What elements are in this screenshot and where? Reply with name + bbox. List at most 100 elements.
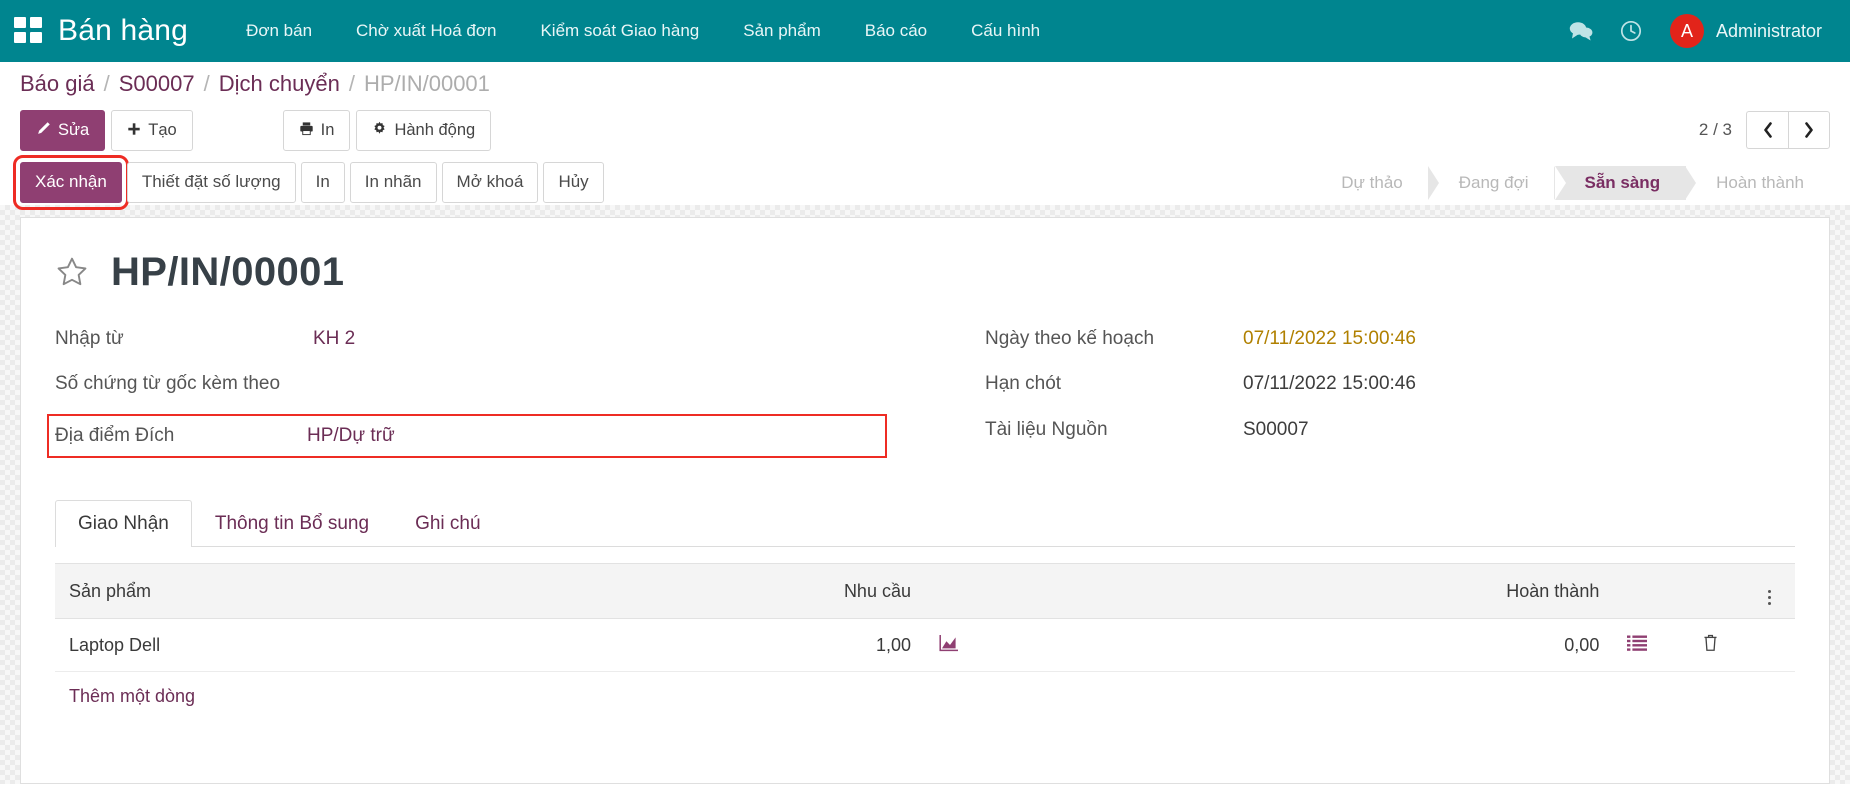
- action-button[interactable]: Hành động: [356, 110, 492, 151]
- column-header-spacer: [986, 563, 1161, 619]
- navbar-right-section: A Administrator: [1556, 8, 1828, 54]
- menu-item-san-pham[interactable]: Sản phẩm: [721, 11, 843, 51]
- detailed-operations-icon[interactable]: [1613, 618, 1676, 672]
- stage-dang-doi[interactable]: Đang đợi: [1429, 166, 1555, 200]
- record-pager: 2 / 3: [1698, 111, 1830, 150]
- breadcrumb-separator: /: [203, 71, 210, 96]
- tab-ghi-chu[interactable]: Ghi chú: [392, 500, 503, 547]
- print-button[interactable]: In: [282, 110, 351, 151]
- breadcrumb-item-bao-gia[interactable]: Báo giá: [20, 71, 95, 97]
- column-header-forecast-spacer: [924, 563, 987, 619]
- column-header-delete-spacer: [1675, 563, 1745, 619]
- vertical-dots-icon[interactable]: [1768, 590, 1772, 605]
- field-dia-diem-dich: Địa điểm Đích HP/Dự trữ: [47, 413, 887, 458]
- column-header-done[interactable]: Hoàn thành: [1160, 563, 1614, 619]
- field-han-chot: Hạn chót 07/11/2022 15:00:46: [985, 370, 1755, 399]
- user-name-label: Administrator: [1715, 20, 1822, 41]
- app-brand-title[interactable]: Bán hàng: [58, 14, 188, 48]
- add-line-button[interactable]: Thêm một dòng: [55, 672, 209, 721]
- menu-item-cau-hinh[interactable]: Cấu hình: [949, 11, 1062, 51]
- edit-button-label: Sửa: [58, 121, 90, 139]
- cell-spacer: [986, 618, 1161, 672]
- user-menu[interactable]: A Administrator: [1656, 14, 1828, 48]
- print-button-label: In: [320, 121, 335, 139]
- cell-product[interactable]: Laptop Dell: [55, 618, 473, 672]
- breadcrumb-item-s00007[interactable]: S00007: [119, 71, 195, 97]
- breadcrumb-separator: /: [103, 71, 110, 96]
- control-panel: Sửa Tạo In Hành động 2 / 3: [0, 106, 1850, 161]
- field-value[interactable]: HP/Dự trữ: [307, 422, 395, 451]
- menu-item-kiem-soat-giao-hang[interactable]: Kiểm soát Giao hàng: [518, 11, 721, 51]
- optional-columns-toggle[interactable]: [1744, 563, 1795, 619]
- activities-clock-icon[interactable]: [1606, 8, 1656, 54]
- table-row[interactable]: Laptop Dell 1,00 0,00: [55, 618, 1795, 672]
- cell-options-spacer: [1744, 618, 1795, 672]
- messages-icon[interactable]: [1556, 8, 1606, 54]
- tab-thong-tin-bo-sung[interactable]: Thông tin Bổ sung: [192, 500, 392, 547]
- set-quantities-button[interactable]: Thiết đặt số lượng: [126, 162, 296, 203]
- cancel-button[interactable]: Hủy: [543, 162, 604, 203]
- action-button-label: Hành động: [394, 121, 476, 139]
- stage-san-sang[interactable]: Sẵn sàng: [1554, 165, 1687, 200]
- field-so-chung-tu-goc: Số chứng từ gốc kèm theo: [55, 370, 885, 399]
- pager-previous-button[interactable]: [1746, 111, 1788, 150]
- page-title: HP/IN/00001: [111, 249, 345, 294]
- field-label: Tài liệu Nguồn: [985, 418, 1108, 440]
- breadcrumb-item-dich-chuyen[interactable]: Dịch chuyển: [219, 71, 340, 97]
- table-body: Laptop Dell 1,00 0,00: [55, 618, 1795, 672]
- field-value[interactable]: 07/11/2022 15:00:46: [1243, 325, 1416, 354]
- printer-icon: [299, 121, 314, 140]
- field-value[interactable]: 07/11/2022 15:00:46: [1243, 370, 1416, 399]
- table-header: Sản phẩm Nhu cầu Hoàn thành: [55, 563, 1795, 619]
- menu-item-bao-cao[interactable]: Báo cáo: [843, 11, 949, 51]
- column-header-detail-spacer: [1613, 563, 1676, 619]
- trash-icon[interactable]: [1675, 618, 1745, 672]
- field-tai-lieu-nguon: Tài liệu Nguồn S00007: [985, 416, 1755, 445]
- stage-du-thao[interactable]: Dự thảo: [1311, 166, 1428, 200]
- cell-done[interactable]: 0,00: [1160, 618, 1614, 672]
- primary-actions: Sửa Tạo: [20, 110, 193, 151]
- operations-table: Sản phẩm Nhu cầu Hoàn thành Laptop Dell …: [55, 563, 1795, 672]
- create-button-label: Tạo: [148, 121, 177, 139]
- form-fields-right: Ngày theo kế hoạch 07/11/2022 15:00:46 H…: [925, 325, 1795, 467]
- confirm-button[interactable]: Xác nhận: [13, 155, 129, 210]
- unlock-button[interactable]: Mở khoá: [441, 162, 539, 203]
- status-action-row: Xác nhận Thiết đặt số lượng In In nhãn M…: [0, 155, 1850, 210]
- field-value[interactable]: KH 2: [313, 325, 355, 354]
- field-label: Ngày theo kế hoạch: [985, 327, 1155, 349]
- menu-item-don-ban[interactable]: Đơn bán: [224, 11, 334, 51]
- notebook-tabs: Giao Nhận Thông tin Bổ sung Ghi chú: [55, 500, 1795, 547]
- breadcrumb-separator: /: [348, 71, 355, 96]
- pager-buttons: [1746, 111, 1830, 150]
- print-status-button[interactable]: In: [300, 162, 345, 203]
- tab-giao-nhan[interactable]: Giao Nhận: [55, 500, 192, 547]
- breadcrumb-item-current: HP/IN/00001: [363, 71, 490, 96]
- field-label: Hạn chót: [985, 373, 1062, 394]
- secondary-actions: In Hành động: [282, 110, 492, 151]
- stage-hoan-thanh[interactable]: Hoàn thành: [1686, 166, 1830, 200]
- print-labels-button[interactable]: In nhãn: [349, 162, 437, 203]
- plus-icon: [127, 122, 141, 140]
- column-header-demand[interactable]: Nhu cầu: [472, 563, 925, 619]
- form-background: HP/IN/00001 Nhập từ KH 2 Số chứng từ gốc…: [0, 205, 1850, 784]
- cell-demand[interactable]: 1,00: [472, 618, 925, 672]
- breadcrumb: Báo giá / S00007 / Dịch chuyển / HP/IN/0…: [0, 62, 1850, 106]
- column-header-product[interactable]: Sản phẩm: [55, 563, 473, 619]
- menu-item-cho-xuat-hoa-don[interactable]: Chờ xuất Hoá đơn: [334, 11, 518, 51]
- create-button[interactable]: Tạo: [111, 110, 193, 151]
- forecast-chart-icon[interactable]: [924, 618, 987, 672]
- main-menu: Đơn bán Chờ xuất Hoá đơn Kiểm soát Giao …: [224, 11, 1062, 51]
- status-pipeline: Dự thảo Đang đợi Sẵn sàng Hoàn thành: [1311, 165, 1830, 200]
- field-value[interactable]: S00007: [1243, 416, 1309, 445]
- form-fields-left: Nhập từ KH 2 Số chứng từ gốc kèm theo Đị…: [47, 325, 925, 467]
- apps-grid-icon[interactable]: [14, 17, 44, 45]
- edit-button[interactable]: Sửa: [20, 110, 106, 151]
- field-label: Địa điểm Đích: [55, 424, 175, 446]
- form-title-row: HP/IN/00001: [55, 250, 1795, 295]
- pager-next-button[interactable]: [1788, 111, 1830, 150]
- odoo-app-window: Bán hàng Đơn bán Chờ xuất Hoá đơn Kiểm s…: [0, 0, 1850, 795]
- avatar: A: [1669, 14, 1704, 48]
- star-icon[interactable]: [55, 255, 89, 289]
- form-fields: Nhập từ KH 2 Số chứng từ gốc kèm theo Đị…: [47, 325, 1795, 467]
- pager-count: 2 / 3: [1698, 120, 1732, 140]
